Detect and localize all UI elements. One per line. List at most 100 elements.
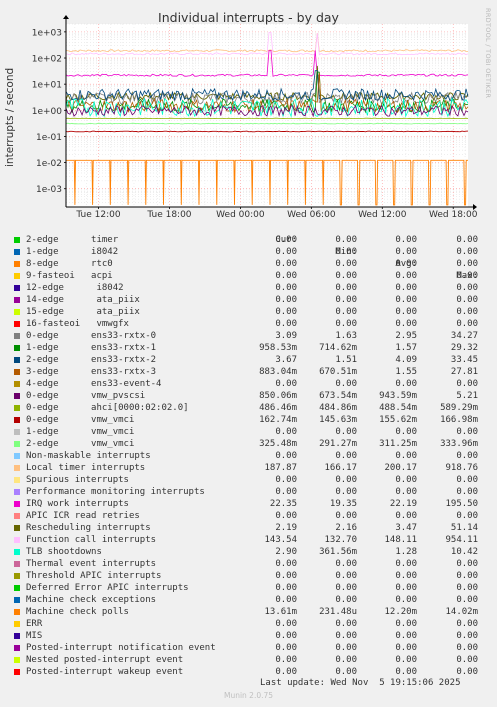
- legend-swatch: [14, 633, 20, 639]
- legend-swatch: [14, 429, 20, 435]
- legend-max: 0.00: [456, 643, 478, 653]
- legend-max: 0.00: [456, 259, 478, 269]
- legend-label: IRQ work interrupts: [26, 499, 129, 509]
- legend-label: 2-edge timer: [26, 235, 119, 245]
- legend-avg: 0.00: [395, 511, 417, 521]
- legend-swatch: [14, 525, 20, 531]
- legend-avg: 1.55: [395, 367, 417, 377]
- legend-max: 0.00: [456, 319, 478, 329]
- last-update: Last update: Wed Nov 5 19:15:06 2025: [260, 678, 461, 688]
- rrdtool-credit: RRDTOOL / TOBI OETIKER: [484, 8, 492, 99]
- legend-row: Spurious interrupts 0.00 0.00 0.00 0.00: [0, 474, 497, 486]
- legend-label: 1-edge vmw_vmci: [26, 427, 135, 437]
- legend-row: Threshold APIC interrupts 0.00 0.00 0.00 0.0…: [0, 570, 497, 582]
- legend-avg: 0.00: [395, 631, 417, 641]
- legend-row: Thermal event interrupts 0.00 0.00 0.00 0.00: [0, 558, 497, 570]
- legend-max: 0.00: [456, 559, 478, 569]
- legend-max: 195.50: [445, 499, 478, 509]
- y-axis-label: interrupts / second: [4, 67, 16, 167]
- legend-row: 1-edge vmw_vmci 0.00 0.00 0.00 0.00: [0, 426, 497, 438]
- legend-avg: 0.00: [395, 283, 417, 293]
- legend-swatch: [14, 549, 20, 555]
- chart-title: Individual interrupts - by day: [158, 10, 339, 25]
- legend-avg: 4.09: [395, 355, 417, 365]
- legend-swatch: [14, 333, 20, 339]
- legend-swatch: [14, 309, 20, 315]
- legend-avg: 0.00: [395, 427, 417, 437]
- legend-label: APIC ICR read retries: [26, 511, 140, 521]
- x-tick-label: Wed 12:00: [358, 210, 407, 220]
- legend-label: Rescheduling interrupts: [26, 523, 151, 533]
- legend-swatch: [14, 261, 20, 267]
- legend: Cur: Min: Avg: Max: 2-edge timer 0.00 0.00…: [0, 222, 497, 678]
- legend-row: ERR 0.00 0.00 0.00 0.00: [0, 618, 497, 630]
- legend-avg: 155.62m: [379, 415, 417, 425]
- legend-max: 0.00: [456, 283, 478, 293]
- legend-label: Threshold APIC interrupts: [26, 571, 162, 581]
- legend-row: 9-fasteoi acpi 0.00 0.00 0.00 0.00: [0, 270, 497, 282]
- legend-max: 0.00: [456, 487, 478, 497]
- legend-avg: 0.00: [395, 643, 417, 653]
- legend-label: Thermal event interrupts: [26, 559, 157, 569]
- legend-row: Nested posted-interrupt event 0.00 0.00 0.0…: [0, 654, 497, 666]
- legend-label: 0-edge vmw_pvscsi: [26, 391, 146, 401]
- legend-row: Local timer interrupts 187.87 166.17 200.17…: [0, 462, 497, 474]
- legend-label: 3-edge ens33-rxtx-3: [26, 367, 157, 377]
- legend-max: 0.00: [456, 475, 478, 485]
- legend-swatch: [14, 453, 20, 459]
- legend-avg: 1.28: [395, 547, 417, 557]
- legend-rows: 2-edge timer 0.00 0.00 0.00 0.00 1-edge i8042…: [0, 234, 497, 678]
- legend-label: 12-edge i8042: [26, 283, 124, 293]
- legend-row: Machine check exceptions 0.00 0.00 0.00 0.00: [0, 594, 497, 606]
- legend-max: 0.00: [456, 595, 478, 605]
- legend-row: 14-edge ata_piix 0.00 0.00 0.00 0.00: [0, 294, 497, 306]
- legend-label: 8-edge rtc0: [26, 259, 113, 269]
- legend-label: 0-edge vmw_vmci: [26, 415, 135, 425]
- legend-swatch: [14, 441, 20, 447]
- x-tick-label: Wed 06:00: [287, 210, 336, 220]
- legend-label: 2-edge ens33-rxtx-2: [26, 355, 157, 365]
- legend-label: MIS: [26, 631, 43, 641]
- legend-row: 16-fasteoi vmwgfx 0.00 0.00 0.00 0.00: [0, 318, 497, 330]
- legend-max: 10.42: [450, 547, 478, 557]
- legend-row: 3-edge ens33-rxtx-3 883.04m 670.51m 1.55 27.…: [0, 366, 497, 378]
- legend-swatch: [14, 501, 20, 507]
- legend-avg: 488.54m: [379, 403, 417, 413]
- chart-canvas: 1e+03 1e+02 1e+01 1e+00 1e-01 1e-02 1e-03 Tue …: [32, 15, 478, 220]
- legend-max: 0.00: [456, 235, 478, 245]
- legend-avg: 200.17: [384, 463, 417, 473]
- legend-label: 0-edge ens33-rxtx-0: [26, 331, 157, 341]
- legend-row: 1-edge ens33-rxtx-1 958.53m 714.62m 1.57 29.…: [0, 342, 497, 354]
- legend-label: Deferred Error APIC interrupts: [26, 583, 189, 593]
- legend-max: 27.81: [450, 367, 478, 377]
- legend-max: 0.00: [456, 571, 478, 581]
- legend-row: 0-edge vmw_vmci 162.74m 145.63m 155.62m 166.…: [0, 414, 497, 426]
- y-tick-label: 1e-02: [36, 159, 62, 169]
- legend-avg: 0.00: [395, 259, 417, 269]
- legend-avg: 12.20m: [384, 607, 417, 617]
- x-tick-label: Tue 12:00: [75, 210, 120, 220]
- x-tick-label: Wed 18:00: [429, 210, 478, 220]
- legend-row: 8-edge rtc0 0.00 0.00 0.00 0.00: [0, 258, 497, 270]
- legend-row: 1-edge i8042 0.00 0.00 0.00 0.00: [0, 246, 497, 258]
- legend-label: Machine check polls: [26, 607, 129, 617]
- legend-label: 16-fasteoi vmwgfx: [26, 319, 129, 329]
- legend-label: Function call interrupts: [26, 535, 157, 545]
- legend-avg: 943.59m: [379, 391, 417, 401]
- legend-max: 0.00: [456, 247, 478, 257]
- legend-label: 14-edge ata_piix: [26, 295, 140, 305]
- legend-max: 0.00: [456, 451, 478, 461]
- legend-row: APIC ICR read retries 0.00 0.00 0.00 0.00: [0, 510, 497, 522]
- legend-avg: 0.00: [395, 235, 417, 245]
- legend-max: 14.02m: [445, 607, 478, 617]
- legend-row: Machine check polls 13.61m 231.48u 12.20m 14…: [0, 606, 497, 618]
- legend-swatch: [14, 645, 20, 651]
- y-tick-label: 1e+03: [32, 28, 62, 38]
- legend-label: Performance monitoring interrupts: [26, 487, 205, 497]
- legend-swatch: [14, 669, 20, 675]
- legend-row: Rescheduling interrupts 2.19 2.16 3.47 51.14: [0, 522, 497, 534]
- x-ticks: Tue 12:00 Tue 18:00 Wed 00:00 Wed 06:00 Wed …: [75, 207, 478, 220]
- legend-swatch: [14, 381, 20, 387]
- legend-row: Posted-interrupt notification event 0.00 0…: [0, 642, 497, 654]
- legend-label: 4-edge ens33-event-4: [26, 379, 162, 389]
